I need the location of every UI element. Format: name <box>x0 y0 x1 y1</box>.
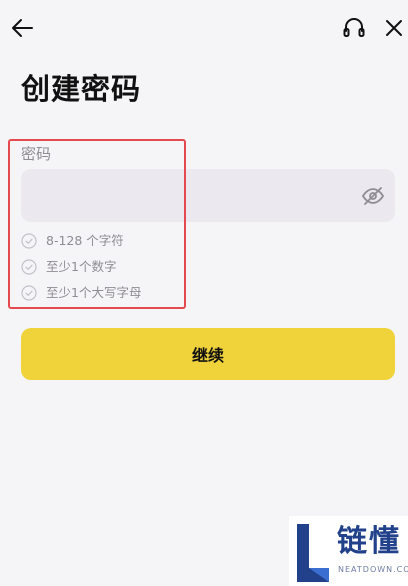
brand-domain: NEATDOWN.COM <box>338 565 408 574</box>
page-title: 创建密码 <box>21 72 142 106</box>
annotation-highlight-box <box>8 139 186 309</box>
password-visibility-toggle[interactable] <box>361 185 385 207</box>
top-bar <box>0 0 408 56</box>
watermark: 链懂 NEATDOWN.COM <box>289 516 408 586</box>
back-button[interactable] <box>10 15 36 41</box>
brand-logo-icon <box>297 524 329 582</box>
brand-name: 链懂 <box>337 524 401 559</box>
eye-off-icon <box>361 187 385 205</box>
headset-icon <box>343 18 365 37</box>
support-button[interactable] <box>342 15 366 41</box>
continue-button[interactable]: 继续 <box>21 328 395 380</box>
arrow-left-icon <box>12 19 33 37</box>
close-button[interactable] <box>382 15 406 41</box>
close-icon <box>386 20 402 36</box>
